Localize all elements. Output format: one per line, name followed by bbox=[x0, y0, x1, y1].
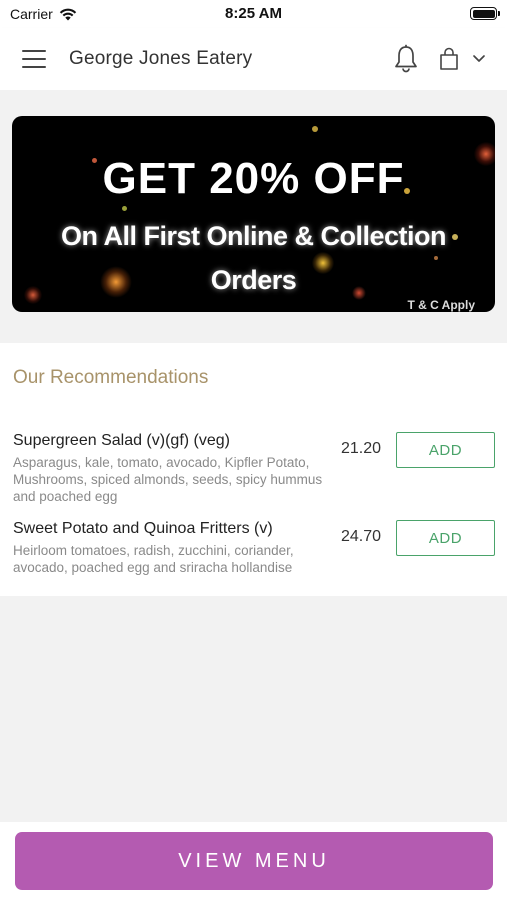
shopping-bag-icon[interactable] bbox=[439, 47, 459, 71]
item-name: Supergreen Salad (v)(gf) (veg) bbox=[13, 432, 230, 449]
banner-section: GET 20% OFF On All First Online & Collec… bbox=[0, 90, 507, 337]
terms-label: T & C Apply bbox=[407, 298, 475, 312]
menu-icon[interactable] bbox=[22, 50, 48, 68]
nav-bar: George Jones Eatery bbox=[0, 28, 507, 90]
status-bar: Carrier 8:25 AM bbox=[0, 0, 507, 28]
item-description: Heirloom tomatoes, radish, zucchini, cor… bbox=[13, 543, 294, 575]
promo-headline: GET 20% OFF bbox=[102, 154, 405, 203]
recommendations-section: Our Recommendations Supergreen Salad (v)… bbox=[0, 343, 507, 596]
status-time: 8:25 AM bbox=[225, 5, 282, 22]
add-button[interactable]: ADD bbox=[396, 520, 495, 556]
chevron-down-icon[interactable] bbox=[472, 54, 486, 64]
item-name: Sweet Potato and Quinoa Fritters (v) bbox=[13, 520, 273, 537]
restaurant-title: George Jones Eatery bbox=[69, 48, 253, 69]
view-menu-button[interactable]: VIEW MENU bbox=[15, 832, 493, 890]
recommendations-heading: Our Recommendations bbox=[13, 367, 209, 388]
bokeh-light bbox=[122, 206, 127, 211]
item-price: 21.20 bbox=[341, 440, 382, 457]
bokeh-light bbox=[312, 126, 318, 132]
add-button[interactable]: ADD bbox=[396, 432, 495, 468]
item-description: Asparagus, kale, tomato, avocado, Kipfle… bbox=[13, 455, 323, 504]
promo-banner[interactable]: GET 20% OFF On All First Online & Collec… bbox=[12, 116, 495, 312]
item-price: 24.70 bbox=[341, 528, 382, 545]
promo-subline: On All First Online & Collection Orders bbox=[60, 221, 447, 295]
battery-icon bbox=[470, 7, 500, 20]
bottom-bar: VIEW MENU bbox=[0, 822, 507, 900]
bell-icon[interactable] bbox=[393, 44, 419, 74]
